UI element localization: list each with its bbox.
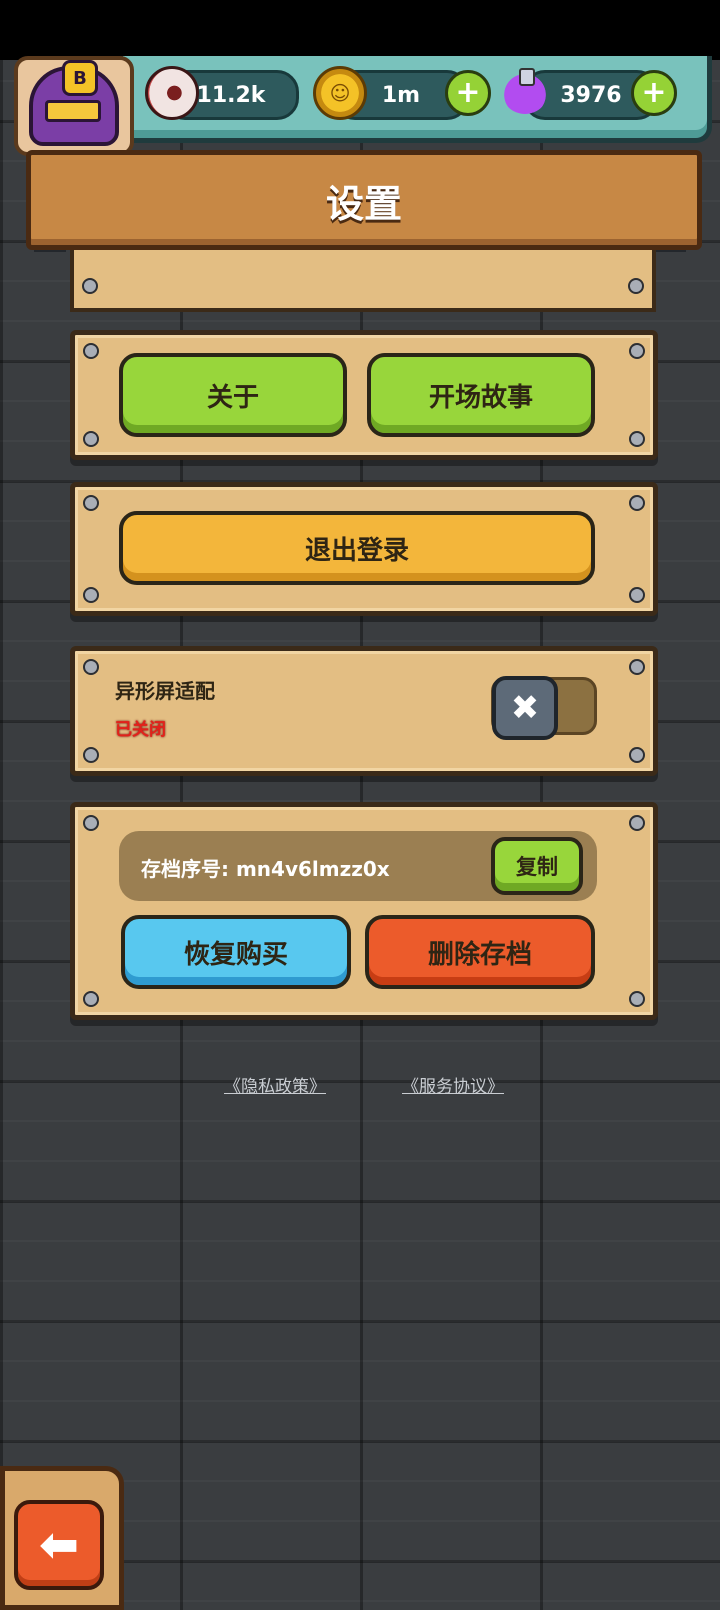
page-title: 设置 xyxy=(325,181,402,226)
logout-button[interactable]: 退出登录 xyxy=(119,511,595,585)
banner-strip xyxy=(70,240,656,312)
card-save: 存档序号: mn4v6lmzz0x 复制 恢复购买 删除存档 xyxy=(70,802,658,1020)
rivet xyxy=(83,747,99,763)
add-coin-button[interactable]: + xyxy=(445,70,491,116)
copy-label: 复制 xyxy=(516,855,558,879)
restore-purchase-label: 恢复购买 xyxy=(183,939,288,970)
rivet xyxy=(629,587,645,603)
coin-icon: ☺ xyxy=(313,66,367,120)
rivet xyxy=(83,659,99,675)
logout-label: 退出登录 xyxy=(304,535,409,566)
rivet xyxy=(83,815,99,831)
toggle-knob: ✖ xyxy=(492,676,558,740)
notch-adaptation-status: 已关闭 xyxy=(115,720,166,740)
rivet xyxy=(629,495,645,511)
rivet xyxy=(83,587,99,603)
potion-icon xyxy=(501,66,549,114)
rivet xyxy=(83,495,99,511)
avatar-badge: B xyxy=(62,60,98,96)
close-icon: ✖ xyxy=(510,688,540,728)
opening-story-button[interactable]: 开场故事 xyxy=(367,353,595,437)
restore-purchase-button[interactable]: 恢复购买 xyxy=(121,915,351,989)
plus-icon: + xyxy=(455,75,481,110)
about-button[interactable]: 关于 xyxy=(119,353,347,437)
card-notch-adaptation: 异形屏适配 已关闭 ✖ xyxy=(70,646,658,776)
save-id-field: 存档序号: mn4v6lmzz0x 复制 xyxy=(119,831,597,901)
title-banner: 设置 xyxy=(26,150,702,250)
rivet xyxy=(629,431,645,447)
rivet xyxy=(82,278,98,294)
notch-adaptation-label: 异形屏适配 xyxy=(115,679,215,703)
rivet xyxy=(629,343,645,359)
coin-count-value: 1m xyxy=(381,82,421,108)
resource-bar: 11.2k 1m ☺ + 3976 + xyxy=(118,56,712,143)
card-logout: 退出登录 xyxy=(70,482,658,616)
about-label: 关于 xyxy=(206,382,259,413)
plus-icon: + xyxy=(641,75,667,110)
card-info: 关于 开场故事 xyxy=(70,330,658,460)
save-id-label: 存档序号: mn4v6lmzz0x xyxy=(141,857,390,881)
rivet xyxy=(83,343,99,359)
privacy-policy-link[interactable]: 《隐私政策》 xyxy=(224,1072,326,1097)
rivet xyxy=(629,747,645,763)
notch-adaptation-toggle[interactable]: ✖ xyxy=(491,676,597,740)
copy-button[interactable]: 复制 xyxy=(491,837,583,895)
rivet xyxy=(629,991,645,1007)
eye-icon xyxy=(145,66,199,120)
delete-save-button[interactable]: 删除存档 xyxy=(365,915,595,989)
rivet xyxy=(629,815,645,831)
delete-save-label: 删除存档 xyxy=(427,939,532,970)
arrow-left-icon: ⬅ xyxy=(38,1517,80,1573)
service-agreement-link[interactable]: 《服务协议》 xyxy=(402,1072,504,1097)
rivet xyxy=(629,659,645,675)
potion-count-value: 3976 xyxy=(560,82,622,108)
player-avatar[interactable]: B xyxy=(14,56,134,156)
status-bar xyxy=(0,0,720,60)
back-button[interactable]: ⬅ xyxy=(14,1500,104,1590)
opening-story-label: 开场故事 xyxy=(428,382,533,413)
rivet xyxy=(83,431,99,447)
add-potion-button[interactable]: + xyxy=(631,70,677,116)
eye-count-value: 11.2k xyxy=(196,82,266,108)
rivet xyxy=(83,991,99,1007)
rivet xyxy=(628,278,644,294)
